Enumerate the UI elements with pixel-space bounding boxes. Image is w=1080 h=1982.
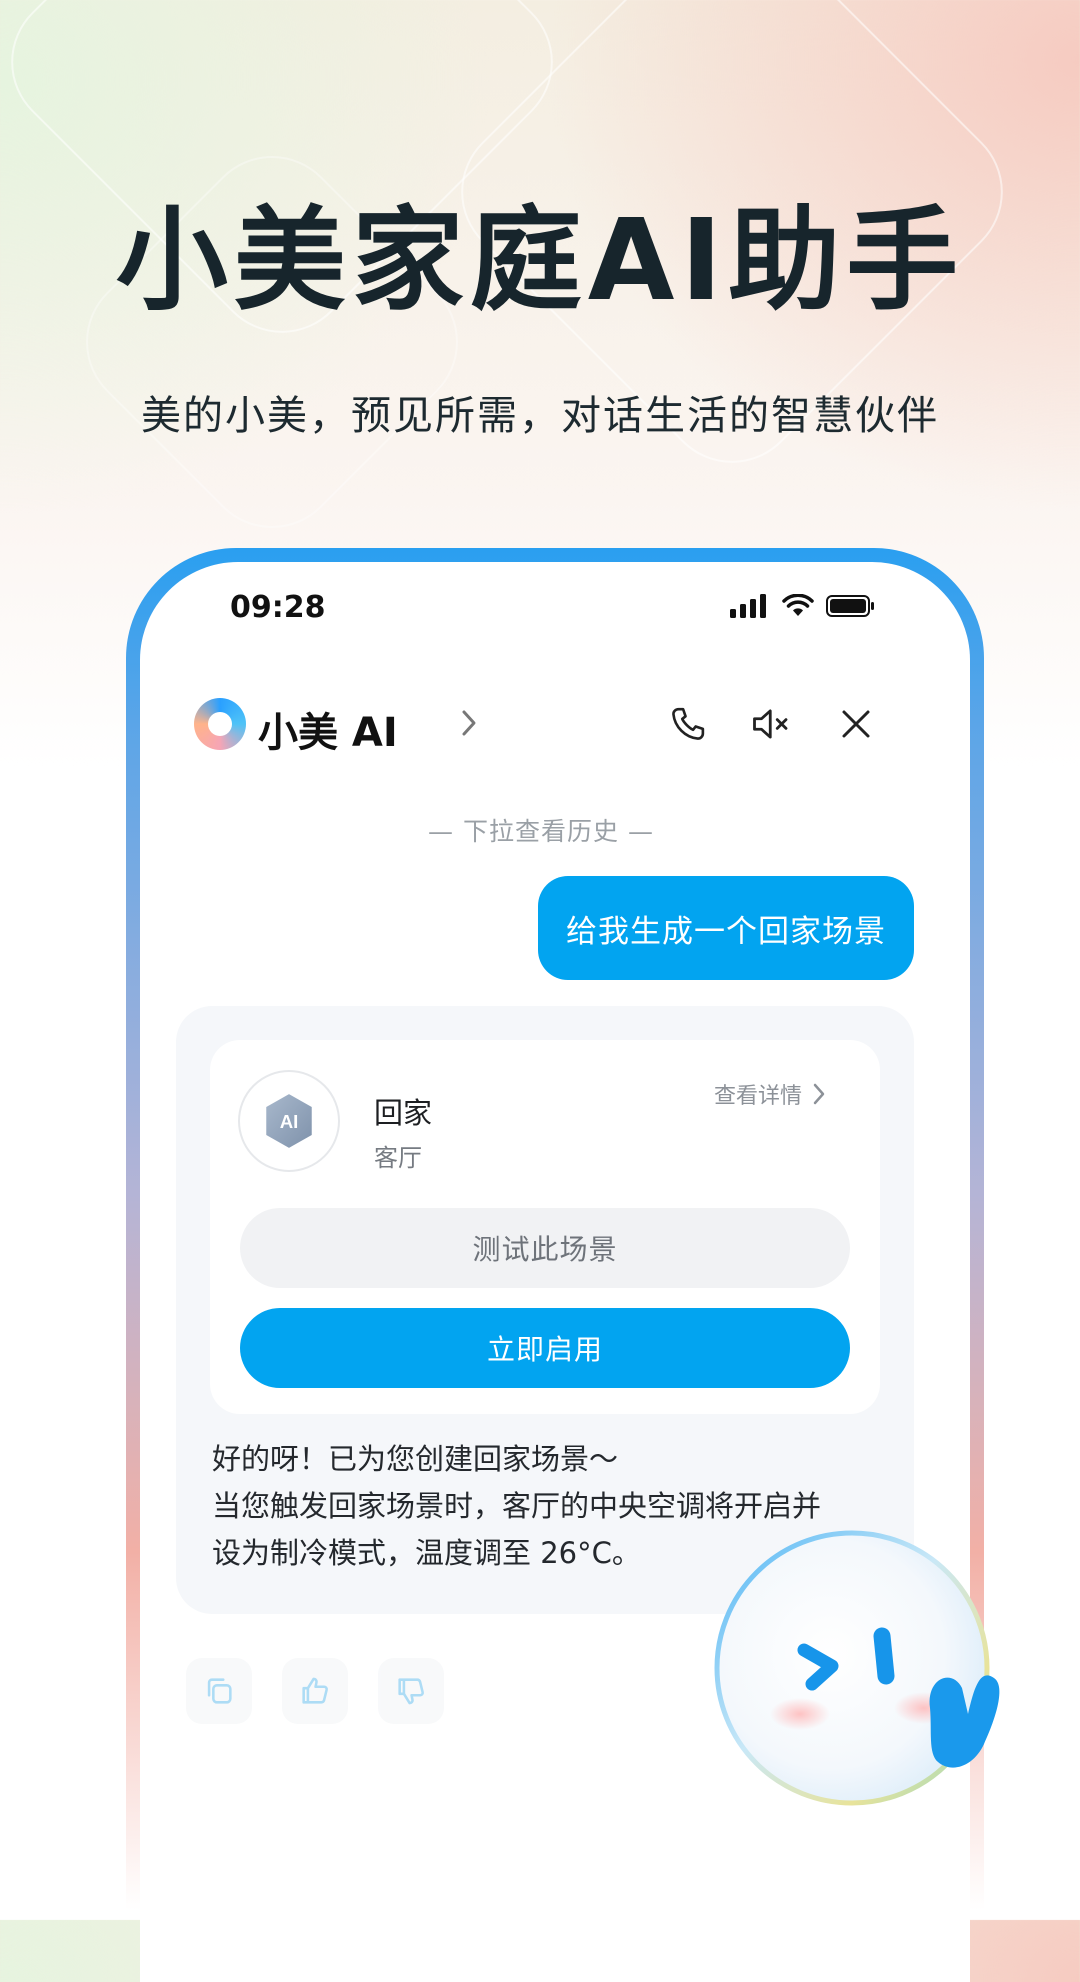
chevron-right-icon	[813, 1083, 825, 1105]
ai-badge-text: AI	[280, 1111, 299, 1132]
mascot-icon	[714, 1530, 1000, 1806]
copy-icon	[207, 1678, 232, 1704]
enable-now-button[interactable]: 立即启用	[240, 1308, 850, 1388]
scene-avatar: AI	[238, 1070, 340, 1172]
app-logo	[194, 698, 246, 750]
chevron-right-icon[interactable]	[460, 708, 478, 738]
app-name[interactable]: 小美 AI	[258, 700, 398, 758]
hero-subtitle: 美的小美，预见所需，对话生活的智慧伙伴	[141, 393, 939, 439]
close-icon	[842, 710, 870, 738]
like-button[interactable]	[282, 1658, 348, 1724]
thumbs-down-icon	[398, 1678, 424, 1705]
dislike-button[interactable]	[378, 1658, 444, 1724]
status-time: 09:28	[230, 590, 326, 625]
mute-icon	[753, 709, 788, 739]
scene-card[interactable]: AI 回家 客厅 查看详情 测试此场景 立即启用	[210, 1040, 880, 1414]
chat-header: 小美 AI	[194, 692, 894, 756]
view-details-label: 查看详情	[714, 1084, 803, 1109]
scene-name: 回家	[374, 1096, 433, 1130]
battery-icon	[826, 595, 874, 617]
call-button[interactable]	[664, 700, 712, 748]
phone-icon	[672, 707, 705, 740]
status-icons	[730, 594, 876, 618]
reply-line: 好的呀！已为您创建回家场景～	[212, 1442, 619, 1476]
screen-fade	[140, 1862, 970, 1982]
signal-icon	[730, 594, 766, 618]
wifi-icon	[782, 594, 814, 616]
test-scene-button[interactable]: 测试此场景	[240, 1208, 850, 1288]
close-button[interactable]	[832, 700, 880, 748]
scene-room: 客厅	[374, 1144, 422, 1172]
view-details-link[interactable]: 查看详情	[714, 1078, 826, 1110]
mute-button[interactable]	[748, 700, 796, 748]
ai-hexagon-icon: AI	[266, 1094, 312, 1148]
thumbs-up-icon	[302, 1677, 328, 1704]
copy-button[interactable]	[186, 1658, 252, 1724]
user-message-bubble: 给我生成一个回家场景	[538, 876, 914, 980]
hero-title: 小美家庭AI助手	[115, 196, 965, 326]
history-hint[interactable]: — 下拉查看历史 —	[140, 812, 942, 848]
